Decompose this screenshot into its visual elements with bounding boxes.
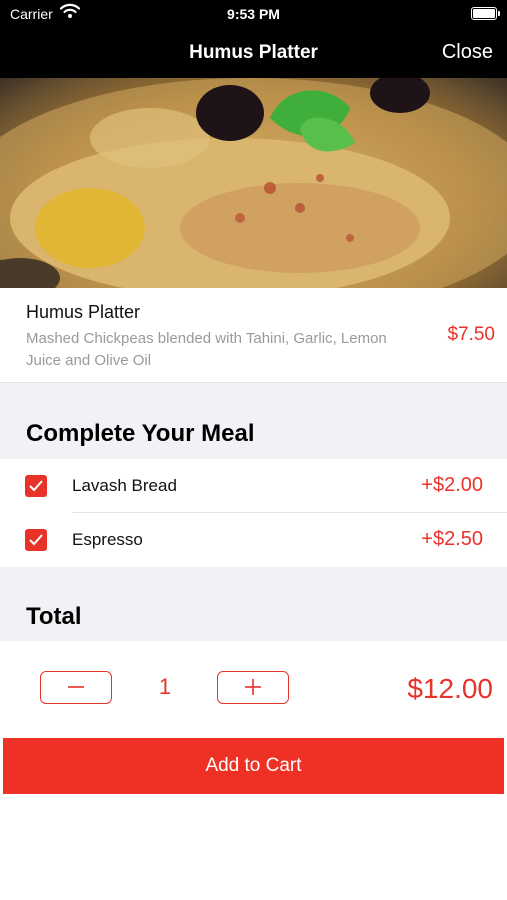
- total-section-header: Total: [0, 567, 507, 641]
- meal-section-header: Complete Your Meal: [0, 383, 507, 459]
- page-title: Humus Platter: [189, 42, 318, 63]
- plus-icon: [245, 679, 261, 695]
- add-to-cart-button[interactable]: Add to Cart: [3, 738, 504, 794]
- total-heading: Total: [26, 603, 82, 630]
- checkbox-checked-icon[interactable]: [25, 475, 47, 497]
- minus-icon: [68, 686, 84, 688]
- increase-quantity-button[interactable]: [217, 671, 289, 704]
- decrease-quantity-button[interactable]: [40, 671, 112, 704]
- quantity-value: 1: [158, 674, 172, 699]
- addon-price: +$2.00: [421, 474, 483, 496]
- battery-icon: [471, 7, 500, 20]
- total-amount: $12.00: [407, 673, 493, 704]
- quantity-row: 1 $12.00: [0, 641, 507, 737]
- meal-heading: Complete Your Meal: [26, 420, 255, 447]
- addon-label: Lavash Bread: [72, 476, 177, 495]
- addon-row-espresso[interactable]: Espresso +$2.50: [0, 513, 507, 567]
- dish-info: Humus Platter Mashed Chickpeas blended w…: [0, 288, 507, 383]
- dish-name: Humus Platter: [26, 302, 141, 322]
- addon-row-lavash-bread[interactable]: Lavash Bread +$2.00: [0, 459, 507, 513]
- dish-price: $7.50: [447, 324, 495, 345]
- status-bar: Carrier 9:53 PM: [0, 0, 507, 28]
- checkbox-checked-icon[interactable]: [25, 529, 47, 551]
- close-button[interactable]: Close: [442, 41, 493, 64]
- addon-price: +$2.50: [421, 528, 483, 550]
- addon-label: Espresso: [72, 530, 143, 549]
- dish-photo: [0, 78, 507, 288]
- dish-description: Mashed Chickpeas blended with Tahini, Ga…: [26, 330, 387, 369]
- status-time: 9:53 PM: [227, 6, 280, 22]
- nav-bar: Humus Platter Close: [0, 28, 507, 78]
